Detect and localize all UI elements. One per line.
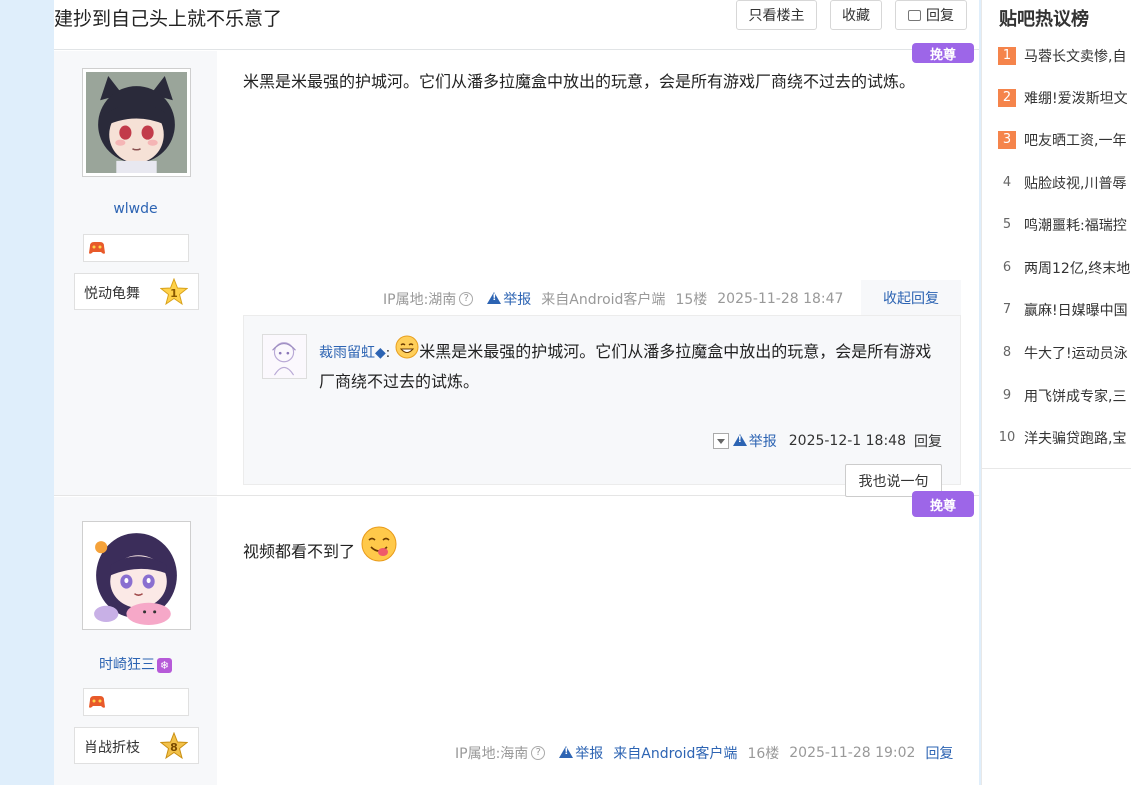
author-column: 时崎狂三 ❄ 肖战折枝 8 [54, 497, 217, 785]
hot-topic-rank: 7 [1002, 302, 1012, 317]
member-badge-bar [83, 234, 189, 262]
reply-link[interactable]: 回复 [925, 743, 953, 763]
warning-icon [487, 292, 502, 304]
level-name: 肖战折枝 [84, 740, 140, 756]
avatar[interactable] [82, 68, 191, 177]
svg-text:8: 8 [170, 741, 178, 754]
hot-topic-text: 难绷!爱泼斯坦文 [1024, 91, 1128, 107]
level-star-icon: 8 [160, 732, 188, 760]
sidebar-title: 贴吧热议榜 [999, 9, 1089, 30]
hot-topic-text: 牛大了!运动员泳 [1024, 346, 1128, 362]
hot-topic-rank: 2 [998, 89, 1016, 107]
level-star-icon: 1 [160, 278, 188, 306]
help-icon[interactable]: ? [531, 746, 546, 760]
game-controller-icon [89, 242, 105, 254]
sub-avatar-image [263, 335, 306, 378]
sub-reply-panel: 裁雨留虹◆: 米黑是米最强的护城河。它们从潘多拉魔盒中放出的玩意，会是所有游戏厂… [243, 315, 961, 497]
dropdown-icon[interactable] [712, 433, 729, 449]
sub-reply-tail: 举报 2025-12-1 18:48 回复 [712, 431, 942, 451]
sub-reply-username[interactable]: 裁雨留虹◆ [319, 345, 386, 361]
tongue-emoji-icon [361, 526, 397, 561]
sub-reply-button[interactable]: 回复 [914, 431, 942, 451]
hot-topic-text: 贴脸歧视,川普辱 [1024, 176, 1127, 192]
hot-topic-item[interactable]: 4 贴脸歧视,川普辱 [998, 173, 1131, 193]
sub-reply-avatar[interactable] [262, 334, 307, 379]
username[interactable]: 时崎狂三 ❄ [54, 654, 217, 674]
post-content: 视频都看不到了 [243, 526, 398, 567]
hot-topics-sidebar: 贴吧热议榜 1 马蓉长文卖惨,自 2 难绷!爱泼斯坦文 3 吧友晒工资,一年 4 贴脸歧视,川… [981, 0, 1131, 785]
hot-topic-text: 洋夫骗贷跑路,宝 [1024, 431, 1127, 447]
ip-location: IP属地:湖南 [383, 292, 457, 308]
hot-topic-item[interactable]: 7 赢麻!日媒曝中国 [998, 300, 1131, 320]
avatar[interactable] [82, 521, 191, 630]
main-content: 建抄到自己头上就不乐意了 只看楼主 收藏 回复 wlwde 悦动龟舞 1 米黑是… [54, 0, 979, 785]
avatar-image [86, 72, 187, 173]
hot-topic-text: 两周12亿,终末地 [1024, 261, 1131, 277]
sub-reply-time: 2025-12-1 18:48 [788, 433, 906, 449]
post-time: 2025-11-28 19:02 [789, 745, 916, 761]
hot-topic-item[interactable]: 5 鸣潮噩耗:福瑞控 [998, 215, 1131, 235]
favorite-button[interactable]: 收藏 [830, 0, 882, 30]
hot-topic-rank: 5 [1002, 217, 1012, 232]
hot-topic-rank: 3 [998, 131, 1016, 149]
hot-topic-item[interactable]: 9 用飞饼成专家,三 [998, 386, 1131, 406]
smile-emoji-icon [395, 335, 419, 358]
author-column: wlwde 悦动龟舞 1 [54, 51, 217, 495]
client-source[interactable]: 来自Android客户端 [613, 743, 737, 763]
member-badge-bar [83, 688, 189, 716]
save-face-tag[interactable]: 挽尊 [912, 491, 974, 517]
level-badge[interactable]: 悦动龟舞 1 [74, 273, 199, 310]
hot-topic-item[interactable]: 6 两周12亿,终末地 [998, 258, 1131, 278]
avatar-image [86, 525, 187, 626]
hot-topic-text: 鸣潮噩耗:福瑞控 [1024, 218, 1127, 234]
reply-button[interactable]: 回复 [895, 0, 967, 30]
hot-topic-text: 吧友晒工资,一年 [1024, 133, 1127, 149]
hot-topic-item[interactable]: 3 吧友晒工资,一年 [998, 130, 1131, 150]
sub-report-link[interactable]: 举报 [732, 431, 777, 451]
hot-topic-text: 用飞饼成专家,三 [1024, 389, 1127, 405]
post-tail: IP属地:湖南 ? 举报 来自Android客户端 15楼 2025-11-28… [383, 289, 843, 309]
save-face-tag[interactable]: 挽尊 [912, 43, 974, 63]
only-op-button[interactable]: 只看楼主 [736, 0, 817, 30]
collapse-replies-button[interactable]: 收起回复 [861, 280, 961, 315]
hot-topic-item[interactable]: 2 难绷!爱泼斯坦文 [998, 88, 1131, 108]
hot-topic-rank: 4 [1002, 175, 1012, 190]
hot-topic-rank: 9 [1002, 388, 1012, 403]
post-time: 2025-11-28 18:47 [717, 291, 844, 307]
hot-topic-rank: 10 [998, 430, 1016, 445]
vip-snowflake-icon: ❄ [157, 657, 172, 673]
floor-number: 16楼 [747, 746, 780, 762]
sub-reply-text: 裁雨留虹◆: 米黑是米最强的护城河。它们从潘多拉魔盒中放出的玩意，会是所有游戏厂… [319, 335, 944, 396]
hot-topic-item[interactable]: 10 洋夫骗贷跑路,宝 [998, 428, 1131, 448]
hot-topic-text: 赢麻!日媒曝中国 [1024, 303, 1128, 319]
ip-location: IP属地:海南 [455, 746, 529, 762]
sidebar-divider [982, 468, 1131, 469]
username[interactable]: wlwde [54, 201, 217, 217]
svg-text:1: 1 [170, 287, 178, 300]
thread-header: 建抄到自己头上就不乐意了 只看楼主 收藏 回复 [54, 0, 979, 50]
warning-icon [732, 434, 747, 446]
post-content: 米黑是米最强的护城河。它们从潘多拉魔盒中放出的玩意，会是所有游戏厂商绕不过去的试… [243, 72, 916, 91]
hot-topic-rank: 8 [1002, 345, 1012, 360]
floor-number: 15楼 [675, 292, 708, 308]
warning-icon [559, 746, 574, 758]
game-controller-icon [89, 696, 105, 708]
post-tail: IP属地:海南 ? 举报 来自Android客户端 16楼 2025-11-28… [455, 743, 953, 763]
hot-topic-rank: 6 [1002, 260, 1012, 275]
hot-topic-rank: 1 [998, 47, 1016, 65]
client-source[interactable]: 来自Android客户端 [541, 289, 665, 309]
post-floor-16: 时崎狂三 ❄ 肖战折枝 8 视频都看不到了 挽尊 IP属地:海南 ? ! 举报 … [54, 491, 979, 785]
hot-topic-text: 马蓉长文卖惨,自 [1024, 49, 1127, 65]
comment-icon [908, 9, 921, 21]
level-badge[interactable]: 肖战折枝 8 [74, 727, 199, 764]
report-link[interactable]: 举报 [559, 743, 603, 763]
help-icon[interactable]: ? [459, 292, 474, 306]
hot-topic-item[interactable]: 1 马蓉长文卖惨,自 [998, 46, 1131, 66]
level-name: 悦动龟舞 [84, 286, 140, 302]
hot-topic-item[interactable]: 8 牛大了!运动员泳 [998, 343, 1131, 363]
report-link[interactable]: 举报 [487, 289, 531, 309]
post-floor-15: wlwde 悦动龟舞 1 米黑是米最强的护城河。它们从潘多拉魔盒中放出的玩意，会… [54, 43, 979, 497]
thread-title: 建抄到自己头上就不乐意了 [54, 8, 283, 30]
